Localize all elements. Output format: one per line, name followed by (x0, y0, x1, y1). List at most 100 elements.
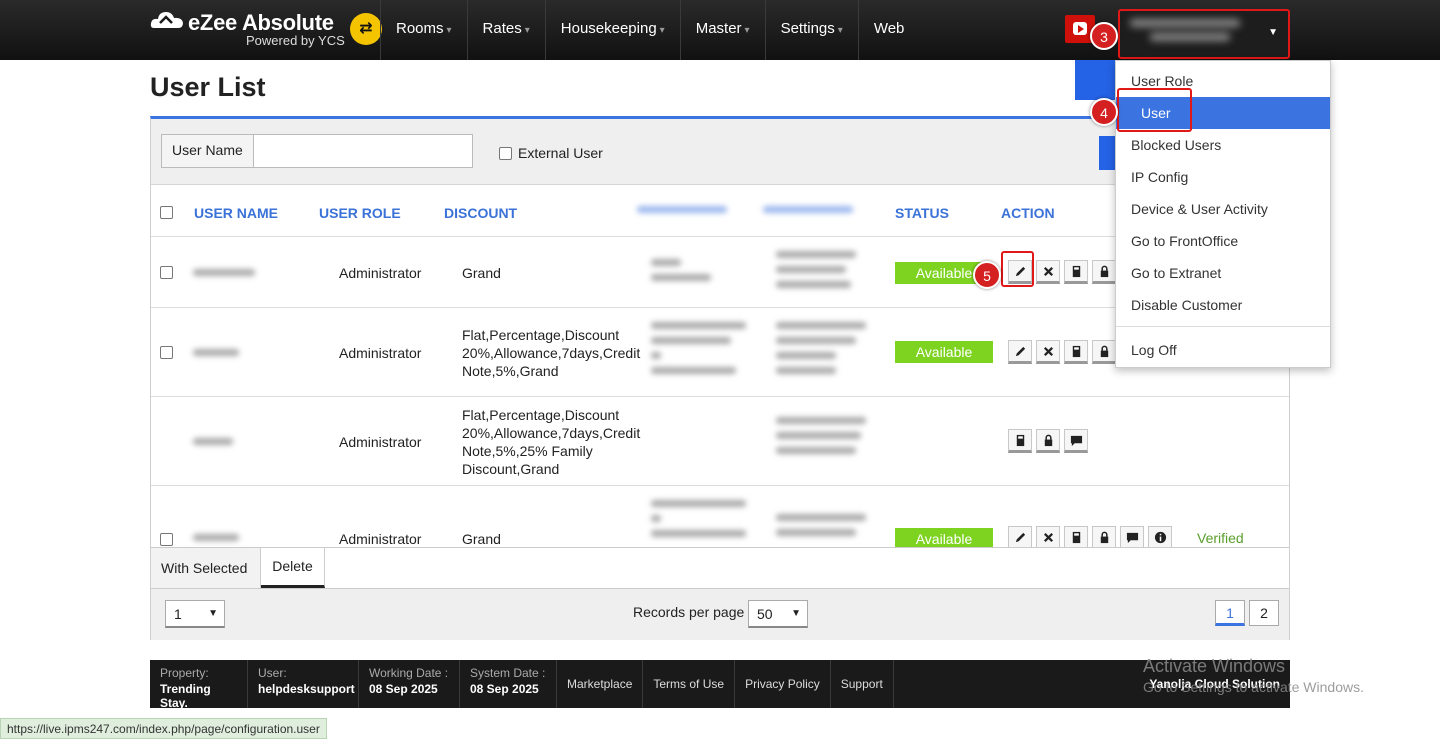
chevron-down-icon: ▼ (791, 608, 801, 619)
footer-link-marketplace[interactable]: Marketplace (557, 660, 644, 708)
add-user-button[interactable] (1075, 60, 1120, 100)
nav-housekeeping[interactable]: Housekeeping ▾ (544, 0, 680, 60)
status-badge: Available (895, 528, 993, 547)
col-status[interactable]: STATUS (895, 205, 949, 221)
info-icon[interactable] (1148, 526, 1172, 547)
footer-working-date: Working Date :08 Sep 2025 (359, 660, 460, 708)
row-checkbox[interactable] (160, 266, 173, 279)
nav-rates[interactable]: Rates ▾ (466, 0, 545, 60)
edit-icon[interactable] (1008, 526, 1032, 547)
row-role: Administrator (339, 531, 422, 547)
col-discount[interactable]: DISCOUNT (444, 205, 517, 221)
lock-icon[interactable] (1092, 340, 1116, 364)
nav-web[interactable]: Web (857, 0, 920, 60)
comment-icon[interactable] (1120, 526, 1144, 547)
menu-go-to-extranet[interactable]: Go to Extranet (1116, 257, 1330, 289)
row-role: Administrator (339, 434, 422, 450)
footer-property: Property: Trending Stay. (150, 660, 248, 710)
blurred-user-name (193, 269, 255, 284)
delete-icon[interactable] (1036, 260, 1060, 284)
nav-rooms[interactable]: Rooms ▾ (380, 0, 467, 60)
delete-icon[interactable] (1036, 526, 1060, 547)
footer-link-terms[interactable]: Terms of Use (643, 660, 736, 708)
blurred-col-created-on (763, 206, 853, 221)
user-name-filter: User Name (161, 134, 473, 168)
windows-activation-watermark: Activate Windows Go to Settings to activ… (1143, 656, 1364, 695)
calculator-icon[interactable] (1064, 260, 1088, 284)
menu-ip-config[interactable]: IP Config (1116, 161, 1330, 193)
col-action: ACTION (1001, 205, 1055, 221)
lock-icon[interactable] (1092, 260, 1116, 284)
blurred-user-name (193, 349, 239, 364)
blurred-created-by (651, 259, 711, 289)
select-all-checkbox[interactable] (160, 206, 173, 219)
user-menu-toggle[interactable]: ▼ (1118, 9, 1290, 59)
page-2-button[interactable]: 2 (1249, 600, 1279, 626)
records-per-page-select[interactable]: 50 ▼ (748, 600, 808, 628)
row-role: Administrator (339, 265, 422, 281)
user-name-label: User Name (162, 135, 254, 167)
page-select[interactable]: 1 ▼ (165, 600, 225, 628)
menu-disable-customer[interactable]: Disable Customer (1116, 289, 1330, 321)
row-discount: Grand (462, 265, 501, 281)
footer-user: User: helpdesksupport (248, 660, 359, 708)
row-discount: Flat,Percentage,Discount 20%,Allowance,7… (462, 327, 641, 379)
page-1-button[interactable]: 1 (1215, 600, 1245, 626)
row-role: Administrator (339, 345, 422, 361)
blurred-created-on (776, 322, 866, 382)
col-user-role[interactable]: USER ROLE (319, 205, 401, 221)
chevron-down-icon: ▼ (1268, 27, 1278, 38)
row-discount: Flat,Percentage,Discount 20%,Allowance,7… (462, 407, 641, 477)
lock-icon[interactable] (1092, 526, 1116, 547)
col-user-name[interactable]: USER NAME (194, 205, 278, 221)
row-checkbox[interactable] (160, 533, 173, 546)
table-row: Administrator Grand Available Verified (151, 486, 1289, 547)
external-user-filter[interactable]: External User (499, 145, 603, 161)
chevron-down-icon: ▼ (208, 608, 218, 619)
row-actions (1008, 340, 1116, 364)
footer-link-privacy[interactable]: Privacy Policy (735, 660, 831, 708)
table-row: Administrator Flat,Percentage,Discount 2… (151, 397, 1289, 486)
menu-device-user-activity[interactable]: Device & User Activity (1116, 193, 1330, 225)
delete-button[interactable]: Delete (261, 548, 325, 588)
nav-settings[interactable]: Settings ▾ (764, 0, 858, 60)
shuffle-icon[interactable]: ⇄ (350, 13, 382, 45)
status-bar-url: https://live.ipms247.com/index.php/page/… (0, 718, 327, 739)
highlight-user-menu (1117, 88, 1192, 132)
app-tagline: Powered by YCS (246, 33, 345, 48)
blurred-created-on (776, 514, 866, 544)
blurred-created-by (651, 322, 746, 382)
status-badge: Available (895, 341, 993, 363)
verified-label: Verified (1197, 530, 1244, 546)
step-badge-4: 4 (1090, 98, 1118, 126)
app-logo[interactable]: eZee Absolute Powered by YCS (150, 6, 380, 54)
comment-icon[interactable] (1064, 429, 1088, 453)
calculator-icon[interactable] (1008, 429, 1032, 453)
footer-link-support[interactable]: Support (831, 660, 894, 708)
records-per-page-label: Records per page (633, 604, 745, 620)
blurred-user-name (1130, 19, 1250, 49)
user-name-input[interactable] (254, 135, 472, 167)
row-actions (1008, 429, 1088, 453)
top-navbar: eZee Absolute Powered by YCS ⇄ Rooms ▾ Ra… (0, 0, 1440, 60)
menu-go-to-frontoffice[interactable]: Go to FrontOffice (1116, 225, 1330, 257)
calculator-icon[interactable] (1064, 340, 1088, 364)
edit-icon[interactable] (1008, 340, 1032, 364)
blurred-user-name (193, 438, 233, 453)
with-selected-label: With Selected (151, 548, 261, 588)
step-badge-3: 3 (1090, 22, 1118, 50)
step-badge-5: 5 (973, 261, 1001, 289)
external-user-checkbox[interactable] (499, 146, 512, 160)
highlight-edit-button (1001, 251, 1034, 287)
menu-divider (1116, 326, 1330, 327)
calculator-icon[interactable] (1064, 526, 1088, 547)
menu-blocked-users[interactable]: Blocked Users (1116, 129, 1330, 161)
delete-icon[interactable] (1036, 340, 1060, 364)
blurred-created-on (776, 251, 856, 296)
footer-bar: Property: Trending Stay. User: helpdesksup… (150, 660, 1290, 710)
nav-master[interactable]: Master ▾ (679, 0, 765, 60)
row-checkbox[interactable] (160, 346, 173, 359)
blurred-created-on (776, 417, 866, 462)
lock-icon[interactable] (1036, 429, 1060, 453)
menu-log-off[interactable]: Log Off (1116, 334, 1330, 366)
